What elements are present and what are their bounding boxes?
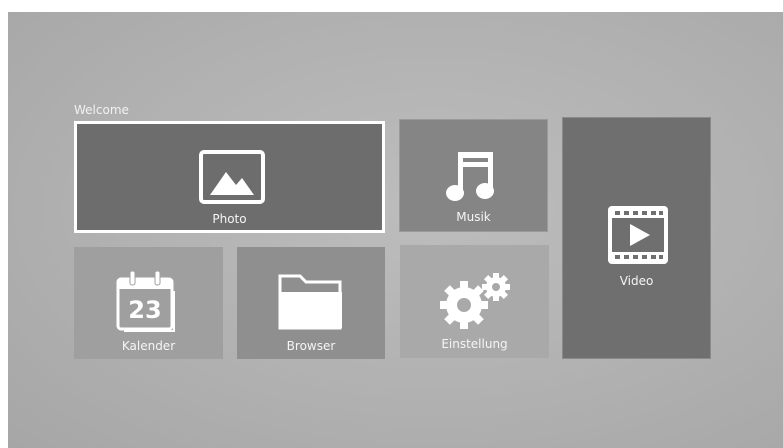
calendar-icon: 23 bbox=[116, 270, 175, 332]
tile-musik[interactable]: Musik bbox=[399, 119, 548, 232]
tile-video[interactable]: Video bbox=[562, 117, 711, 359]
tile-browser[interactable]: Browser bbox=[237, 247, 385, 359]
tile-browser-label: Browser bbox=[286, 339, 336, 353]
tile-musik-label: Musik bbox=[456, 210, 491, 224]
tile-photo-label: Photo bbox=[212, 212, 247, 226]
welcome-label: Welcome bbox=[74, 103, 129, 117]
gears-icon bbox=[440, 273, 510, 329]
music-note-icon bbox=[446, 152, 494, 201]
image-icon bbox=[199, 150, 265, 204]
film-play-icon bbox=[608, 206, 668, 264]
folder-icon bbox=[278, 274, 342, 330]
tile-einstellung[interactable]: Einstellung bbox=[400, 245, 549, 358]
tile-kalender[interactable]: 23 Kalender bbox=[74, 247, 223, 359]
tile-video-label: Video bbox=[619, 274, 654, 288]
tile-einstellung-label: Einstellung bbox=[441, 337, 508, 351]
tile-photo[interactable]: Photo bbox=[74, 121, 385, 233]
calendar-day-text: 23 bbox=[128, 296, 161, 324]
tile-kalender-label: Kalender bbox=[121, 339, 176, 353]
